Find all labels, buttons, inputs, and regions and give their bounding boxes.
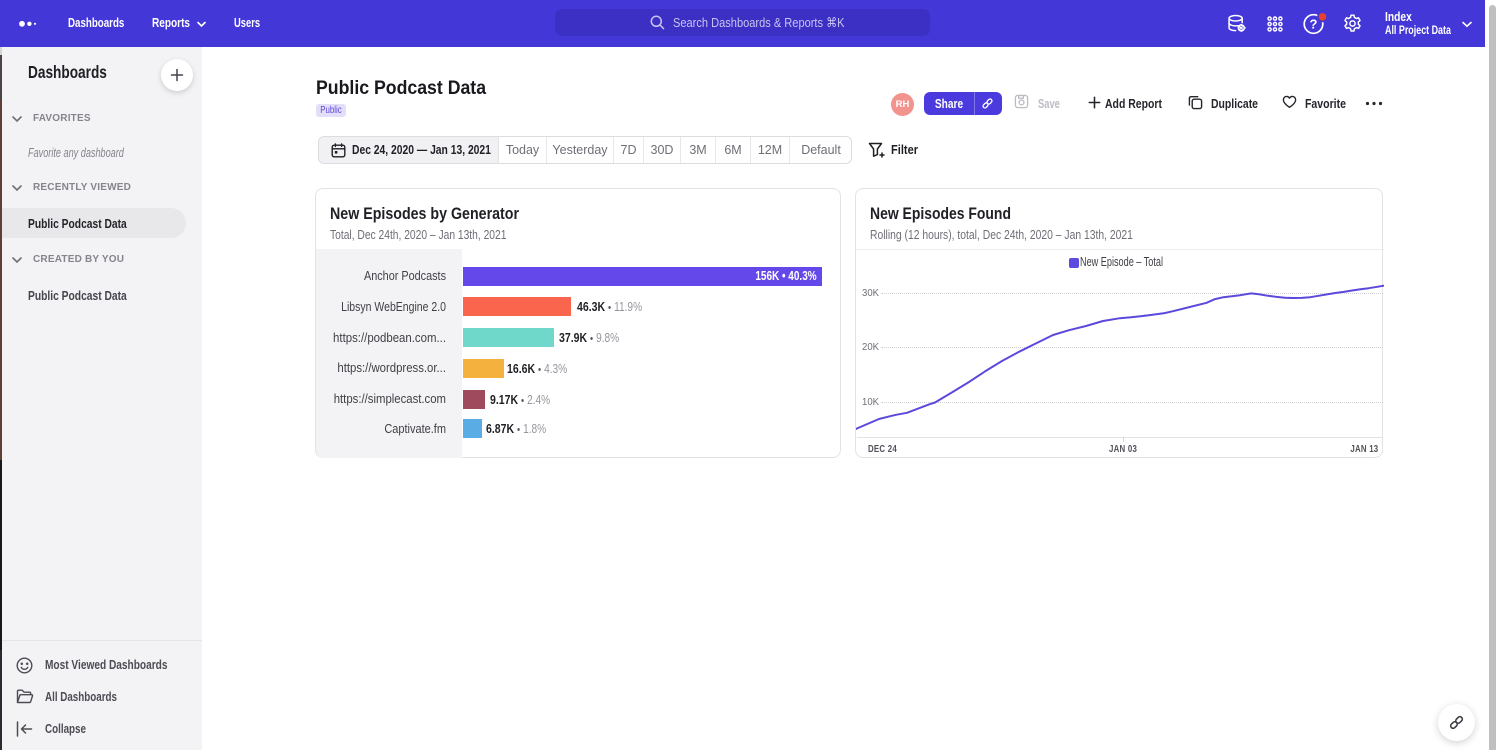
svg-text:?: ? — [1310, 17, 1318, 32]
